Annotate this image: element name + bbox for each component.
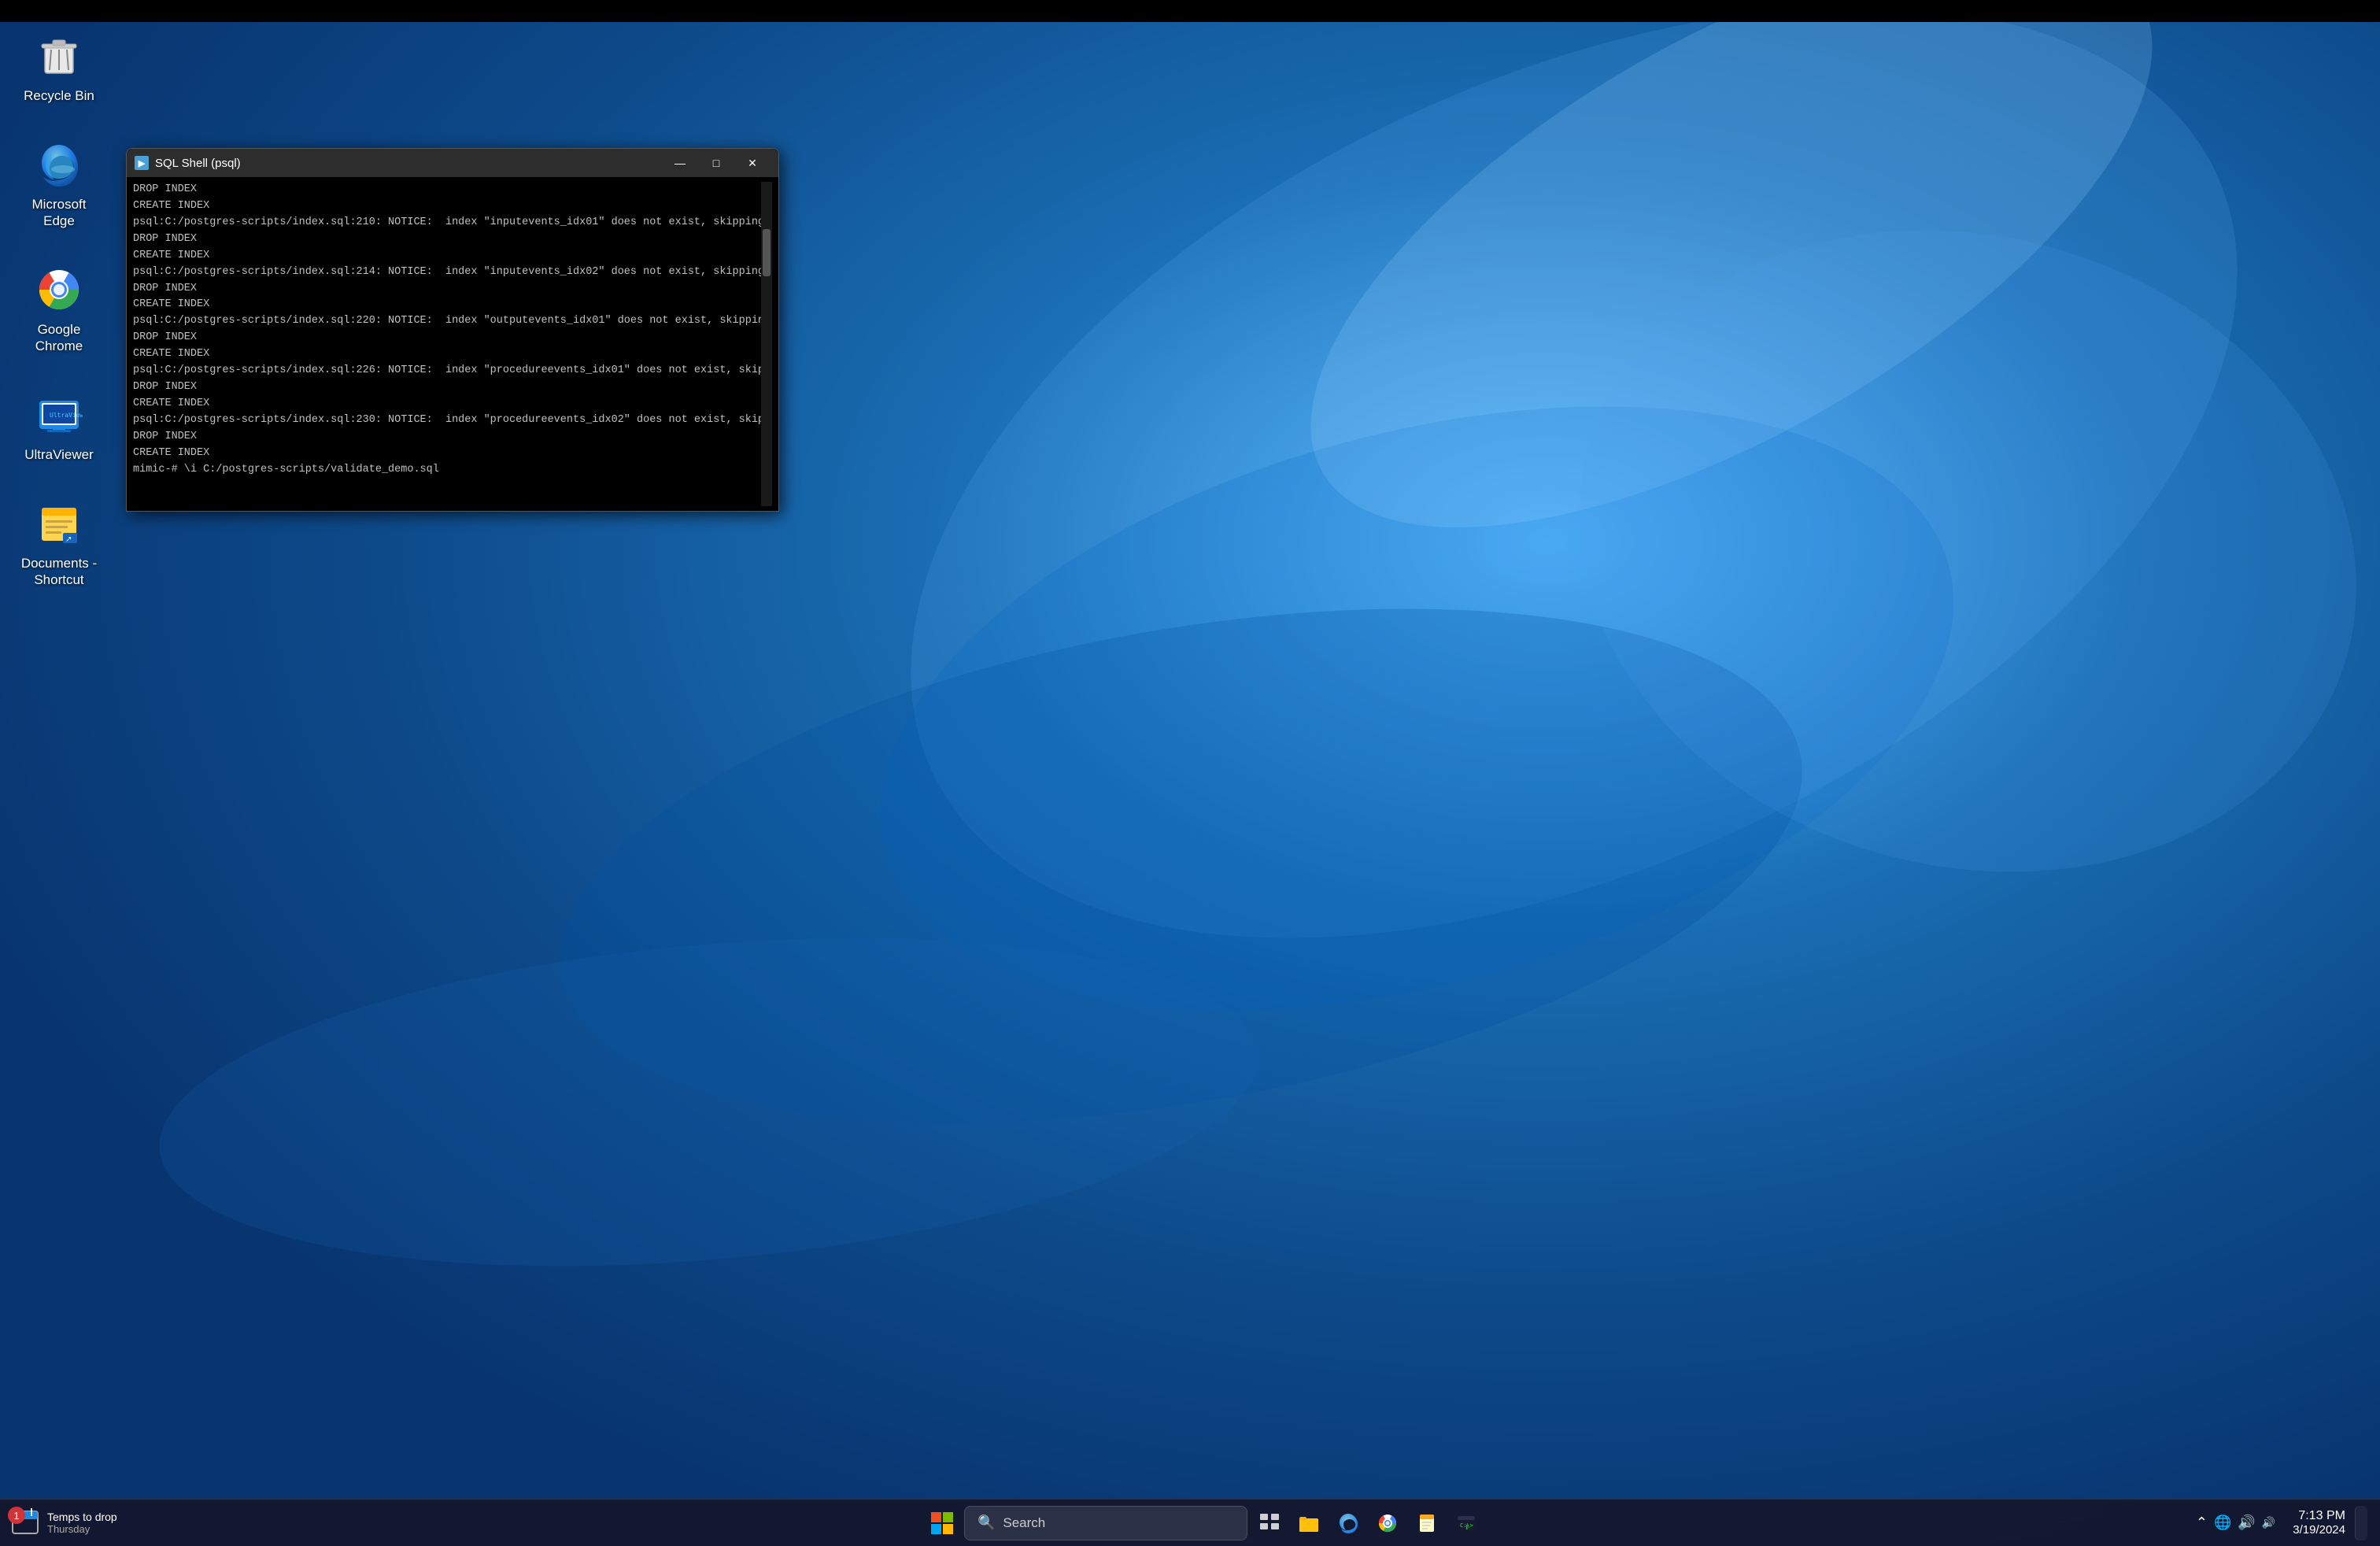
maximize-button[interactable]: □: [698, 149, 734, 177]
documents-shortcut-label: Documents - Shortcut: [20, 556, 98, 588]
taskbar-right: ⌃ 🌐 🔊 🔊 7:13 PM 3/19/2024: [2188, 1506, 2380, 1540]
taskbar-notification[interactable]: 1: [9, 1505, 41, 1540]
window-titlebar[interactable]: ▶ SQL Shell (psql) — □ ✕: [127, 149, 778, 177]
ultraviewer-icon: UltraViewer: [31, 387, 87, 442]
edge-taskbar-button[interactable]: [1331, 1506, 1366, 1540]
edge-taskbar-icon: [1337, 1512, 1359, 1534]
system-icons: ⌃ 🌐 🔊 🔊: [2188, 1515, 2283, 1531]
taskview-button[interactable]: [1252, 1506, 1287, 1540]
chrome-taskbar-button[interactable]: [1370, 1506, 1405, 1540]
notification-badge: 1: [8, 1507, 25, 1524]
notepad-taskbar-icon: [1416, 1512, 1438, 1534]
terminal-taskbar-button[interactable]: C:\>: [1449, 1506, 1484, 1540]
terminal-content[interactable]: DROP INDEX CREATE INDEX psql:C:/postgres…: [127, 177, 778, 511]
recycle-bin-icon: [31, 28, 87, 83]
desktop-icon-recycle-bin[interactable]: Recycle Bin: [16, 24, 102, 109]
sql-shell-window: ▶ SQL Shell (psql) — □ ✕ DROP INDEX CREA…: [126, 148, 779, 512]
ultraviewer-label: UltraViewer: [24, 447, 94, 463]
taskbar-left: 1 Temps to drop Thursday: [0, 1505, 220, 1540]
search-icon: 🔍: [978, 1515, 995, 1531]
desktop-icon-ultraviewer[interactable]: UltraViewer UltraViewer: [16, 383, 102, 468]
desktop-icon-microsoft-edge[interactable]: Microsoft Edge: [16, 132, 102, 234]
close-button[interactable]: ✕: [734, 149, 771, 177]
chevron-up-icon[interactable]: ⌃: [2196, 1515, 2208, 1531]
clock-area[interactable]: 7:13 PM 3/19/2024: [2286, 1506, 2352, 1540]
notepad-taskbar-button[interactable]: [1410, 1506, 1444, 1540]
start-button[interactable]: [925, 1506, 959, 1540]
terminal-scrollbar[interactable]: [761, 182, 772, 506]
taskview-icon: [1258, 1512, 1281, 1534]
network-icon[interactable]: 🌐: [2214, 1515, 2231, 1531]
microsoft-edge-label: Microsoft Edge: [20, 197, 98, 229]
taskbar-search[interactable]: 🔍 Search: [964, 1506, 1247, 1540]
chrome-taskbar-icon: [1377, 1512, 1399, 1534]
notification-icon-wrapper: 1: [9, 1505, 41, 1540]
window-controls: — □ ✕: [662, 149, 771, 177]
window-title-text: SQL Shell (psql): [155, 157, 662, 170]
google-chrome-label: Google Chrome: [20, 322, 98, 354]
desktop-icons-container: Recycle Bin Microsof: [16, 24, 102, 593]
microsoft-edge-icon: [31, 137, 87, 192]
notification-text: Temps to drop Thursday: [47, 1511, 117, 1535]
speaker-icon[interactable]: 🔊: [2262, 1516, 2275, 1529]
file-explorer-button[interactable]: [1292, 1506, 1326, 1540]
volume-icon[interactable]: 🔊: [2238, 1515, 2255, 1531]
terminal-taskbar-icon: C:\>: [1455, 1512, 1477, 1534]
desktop: Recycle Bin Microsof: [0, 0, 2380, 1546]
file-explorer-icon: [1298, 1512, 1320, 1534]
show-desktop-button[interactable]: [2355, 1506, 2367, 1540]
terminal-output: DROP INDEX CREATE INDEX psql:C:/postgres…: [133, 182, 761, 506]
clock-time: 7:13 PM: [2298, 1509, 2345, 1523]
windows-logo-icon: [931, 1512, 953, 1534]
documents-shortcut-icon: ↗: [31, 496, 87, 551]
scrollbar-thumb[interactable]: [763, 229, 771, 276]
svg-text:UltraViewer: UltraViewer: [50, 412, 83, 419]
search-placeholder: Search: [1003, 1515, 1045, 1531]
top-bar: [0, 0, 2380, 22]
minimize-button[interactable]: —: [662, 149, 698, 177]
notification-title: Temps to drop: [47, 1511, 117, 1523]
clock-date: 3/19/2024: [2293, 1523, 2345, 1537]
window-title-icon: ▶: [135, 156, 149, 170]
desktop-icon-documents-shortcut[interactable]: ↗ Documents - Shortcut: [16, 491, 102, 593]
recycle-bin-label: Recycle Bin: [24, 88, 94, 104]
desktop-icon-google-chrome[interactable]: Google Chrome: [16, 257, 102, 359]
taskbar-center: 🔍 Search: [220, 1506, 2188, 1540]
notification-subtitle: Thursday: [47, 1523, 117, 1535]
taskbar: 1 Temps to drop Thursday: [0, 1499, 2380, 1546]
google-chrome-icon: [31, 262, 87, 317]
svg-text:↗: ↗: [65, 535, 72, 544]
